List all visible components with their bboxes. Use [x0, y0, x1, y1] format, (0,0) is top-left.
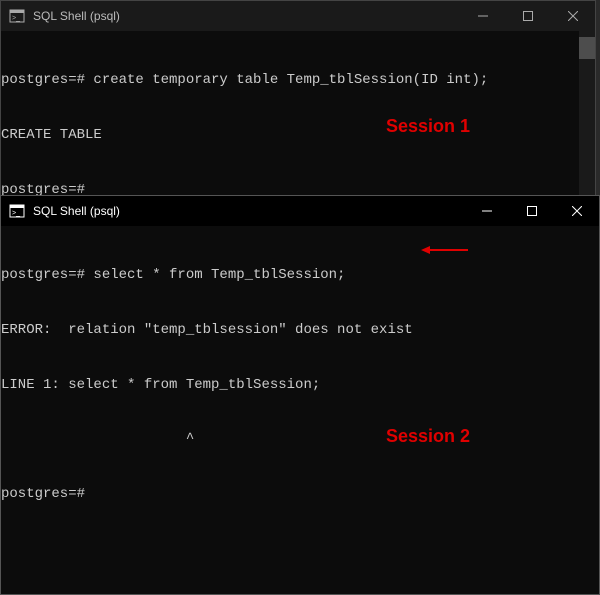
terminal-line: postgres=# select * from Temp_tblSession… — [1, 266, 599, 284]
session-label-1: Session 1 — [386, 116, 470, 137]
terminal-content[interactable]: postgres=# create temporary table Temp_t… — [1, 31, 595, 199]
titlebar[interactable]: >_ SQL Shell (psql) — [1, 196, 599, 226]
minimize-button[interactable] — [464, 196, 509, 226]
terminal-line: postgres=# — [1, 485, 599, 503]
svg-text:>_: >_ — [12, 210, 20, 217]
terminal-line: ERROR: relation "temp_tblsession" does n… — [1, 321, 599, 339]
app-icon: >_ — [9, 8, 25, 24]
scrollbar-thumb[interactable] — [579, 37, 595, 59]
app-icon: >_ — [9, 203, 25, 219]
session-label-2: Session 2 — [386, 426, 470, 447]
svg-text:>_: >_ — [12, 15, 20, 22]
annotation-arrow — [421, 246, 468, 254]
terminal-line: LINE 1: select * from Temp_tblSession; — [1, 376, 599, 394]
minimize-button[interactable] — [460, 1, 505, 31]
window-title: SQL Shell (psql) — [33, 9, 120, 23]
terminal-content[interactable]: postgres=# select * from Temp_tblSession… — [1, 226, 599, 594]
titlebar[interactable]: >_ SQL Shell (psql) — [1, 1, 595, 31]
terminal-window-1: >_ SQL Shell (psql) postgres=# create te… — [0, 0, 596, 200]
terminal-window-2: >_ SQL Shell (psql) postgres=# select * … — [0, 195, 600, 595]
scrollbar[interactable] — [579, 31, 595, 199]
window-title: SQL Shell (psql) — [33, 204, 120, 218]
close-button[interactable] — [554, 196, 599, 226]
terminal-line: postgres=# create temporary table Temp_t… — [1, 71, 595, 89]
terminal-line: ^ — [1, 430, 599, 448]
close-button[interactable] — [550, 1, 595, 31]
maximize-button[interactable] — [509, 196, 554, 226]
maximize-button[interactable] — [505, 1, 550, 31]
terminal-line: CREATE TABLE — [1, 126, 595, 144]
